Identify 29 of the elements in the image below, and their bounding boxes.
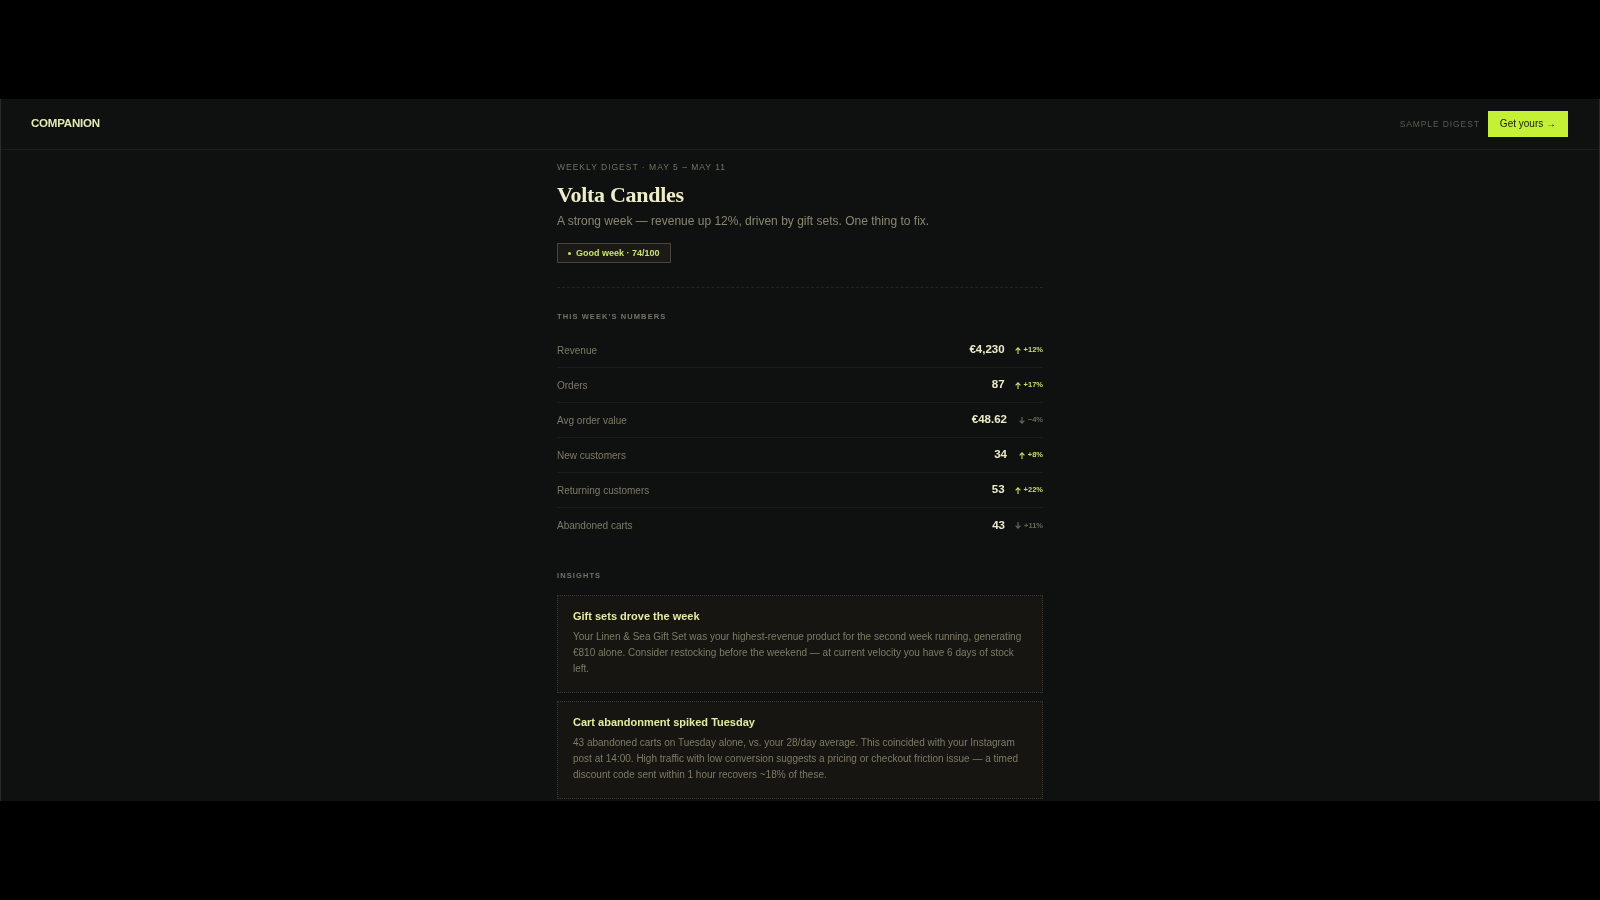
insight-text: 43 abandoned carts on Tuesday alone, vs. your 28/day average. This coincided with your Instagram post at 14:00. High traffic with low conversion suggests a pricing or checkout friction issue — a timed discount code sent within 1 hour recovers ~18% of these. xyxy=(573,736,1020,782)
insight-title: Cart abandonment spiked Tuesday xyxy=(573,715,756,729)
arrow-up-icon xyxy=(1014,381,1021,389)
brand-logo: COMPANION xyxy=(31,118,100,130)
arrow-up-icon xyxy=(1018,451,1025,459)
metric-value: 34 xyxy=(994,447,1007,463)
metric-value: €4,230 xyxy=(969,342,1005,358)
metric-value: 53 xyxy=(991,482,1005,498)
metric-label: Returning customers xyxy=(557,483,650,498)
metric-label: Revenue xyxy=(557,343,598,358)
store-title: Volta Candles xyxy=(557,182,685,208)
arrow-up-icon xyxy=(1014,346,1021,354)
metric-label: Avg order value xyxy=(557,413,627,428)
arrow-down-icon xyxy=(1015,522,1021,529)
metric-value: 43 xyxy=(992,517,1005,533)
arrow-up-icon xyxy=(1014,486,1021,494)
get-yours-button[interactable]: Get yours → xyxy=(1487,111,1568,137)
summary-text: A strong week — revenue up 12%, driven by gift sets. One thing to fix. xyxy=(557,213,931,229)
metric-value: €48.62 xyxy=(971,412,1007,428)
score-label: Good week · 74/100 xyxy=(576,248,660,258)
insight-text: Your Linen & Sea Gift Set was your highest-revenue product for the second week running, generating €810 alone. Consider restocking before the weekend — at current velocity you have 6 days of stock left. xyxy=(573,630,1023,676)
metric-value: 87 xyxy=(991,377,1005,393)
status-dot-icon xyxy=(568,251,571,255)
insight-title: Gift sets drove the week xyxy=(573,609,701,623)
digest-date-range: WEEKLY DIGEST · MAY 5 – MAY 11 xyxy=(557,162,728,172)
arrow-down-icon xyxy=(1018,416,1025,424)
metric-label: Orders xyxy=(557,378,588,393)
metric-label: New customers xyxy=(557,448,626,463)
metric-label: Abandoned carts xyxy=(557,519,633,533)
